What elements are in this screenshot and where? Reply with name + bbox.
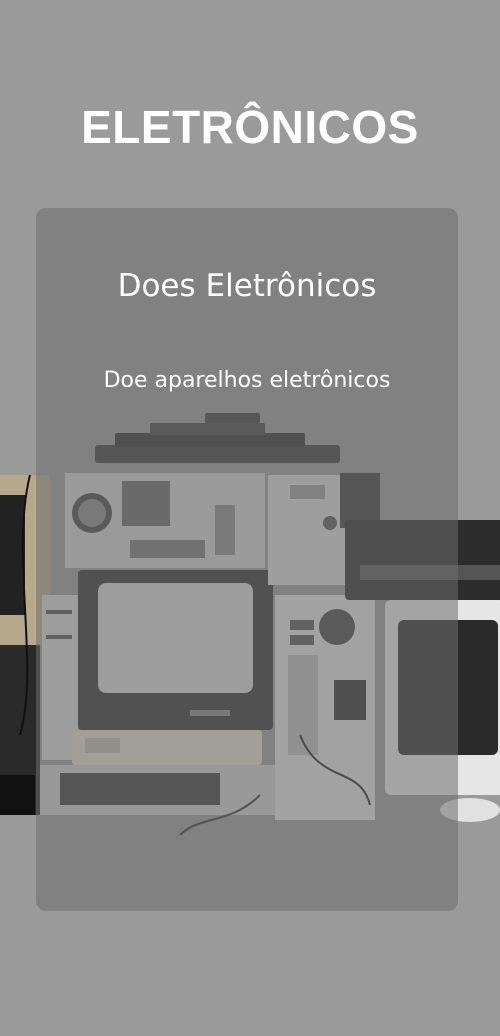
page-title: ELETRÔNICOS <box>81 101 419 153</box>
card-title: Does Eletrônicos <box>117 268 377 304</box>
card-subtitle: Doe aparelhos eletrônicos <box>103 368 391 393</box>
donation-card[interactable]: Does Eletrônicos Doe aparelhos eletrônic… <box>36 208 458 911</box>
screen: ELETRÔNICOS Does Eletrônicos Doe aparelh… <box>0 0 500 1036</box>
